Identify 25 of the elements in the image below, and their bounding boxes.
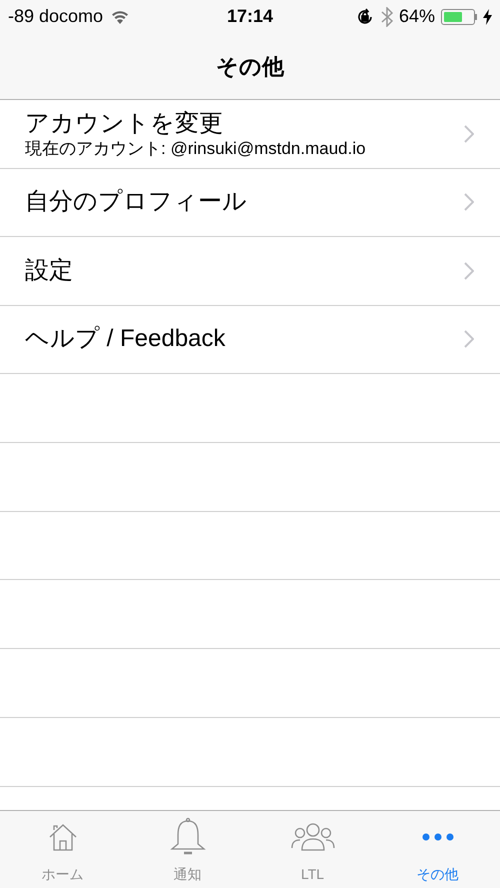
battery-icon bbox=[441, 8, 477, 24]
wifi-icon bbox=[111, 10, 130, 24]
charging-bolt-icon bbox=[483, 8, 492, 24]
bluetooth-icon bbox=[380, 6, 393, 26]
chevron-right-icon bbox=[464, 262, 474, 280]
more-icon bbox=[420, 832, 454, 842]
clock-time: 17:14 bbox=[226, 5, 274, 28]
bell-icon bbox=[168, 817, 206, 857]
menu-item[interactable]: 自分のプロフィール bbox=[0, 168, 500, 237]
menu-item[interactable]: ヘルプ / Feedback bbox=[0, 306, 500, 374]
menu-item[interactable]: 設定 bbox=[0, 237, 500, 306]
menu-item-label: アカウントを変更 bbox=[25, 108, 224, 139]
menu-item-label: ヘルプ / Feedback bbox=[25, 324, 226, 354]
people-icon bbox=[290, 821, 336, 853]
nav-title: その他 bbox=[216, 52, 284, 80]
chevron-right-icon bbox=[464, 193, 474, 212]
menu-item-label: 設定 bbox=[25, 256, 74, 286]
menu-item[interactable]: アカウントを変更 現在のアカウント: @rinsuki@mstdn.maud.io bbox=[0, 100, 500, 168]
tab-bar-item[interactable]: その他 bbox=[375, 811, 500, 888]
menu-item-label: 自分のプロフィール bbox=[25, 187, 248, 218]
chevron-right-icon bbox=[464, 124, 474, 143]
battery-percent: 64% bbox=[398, 5, 435, 28]
carrier-signal: -89 docomo bbox=[8, 5, 104, 28]
chevron-right-icon bbox=[464, 330, 474, 348]
menu-item-subtitle: 現在のアカウント: @rinsuki@mstdn.maud.io bbox=[25, 138, 367, 159]
